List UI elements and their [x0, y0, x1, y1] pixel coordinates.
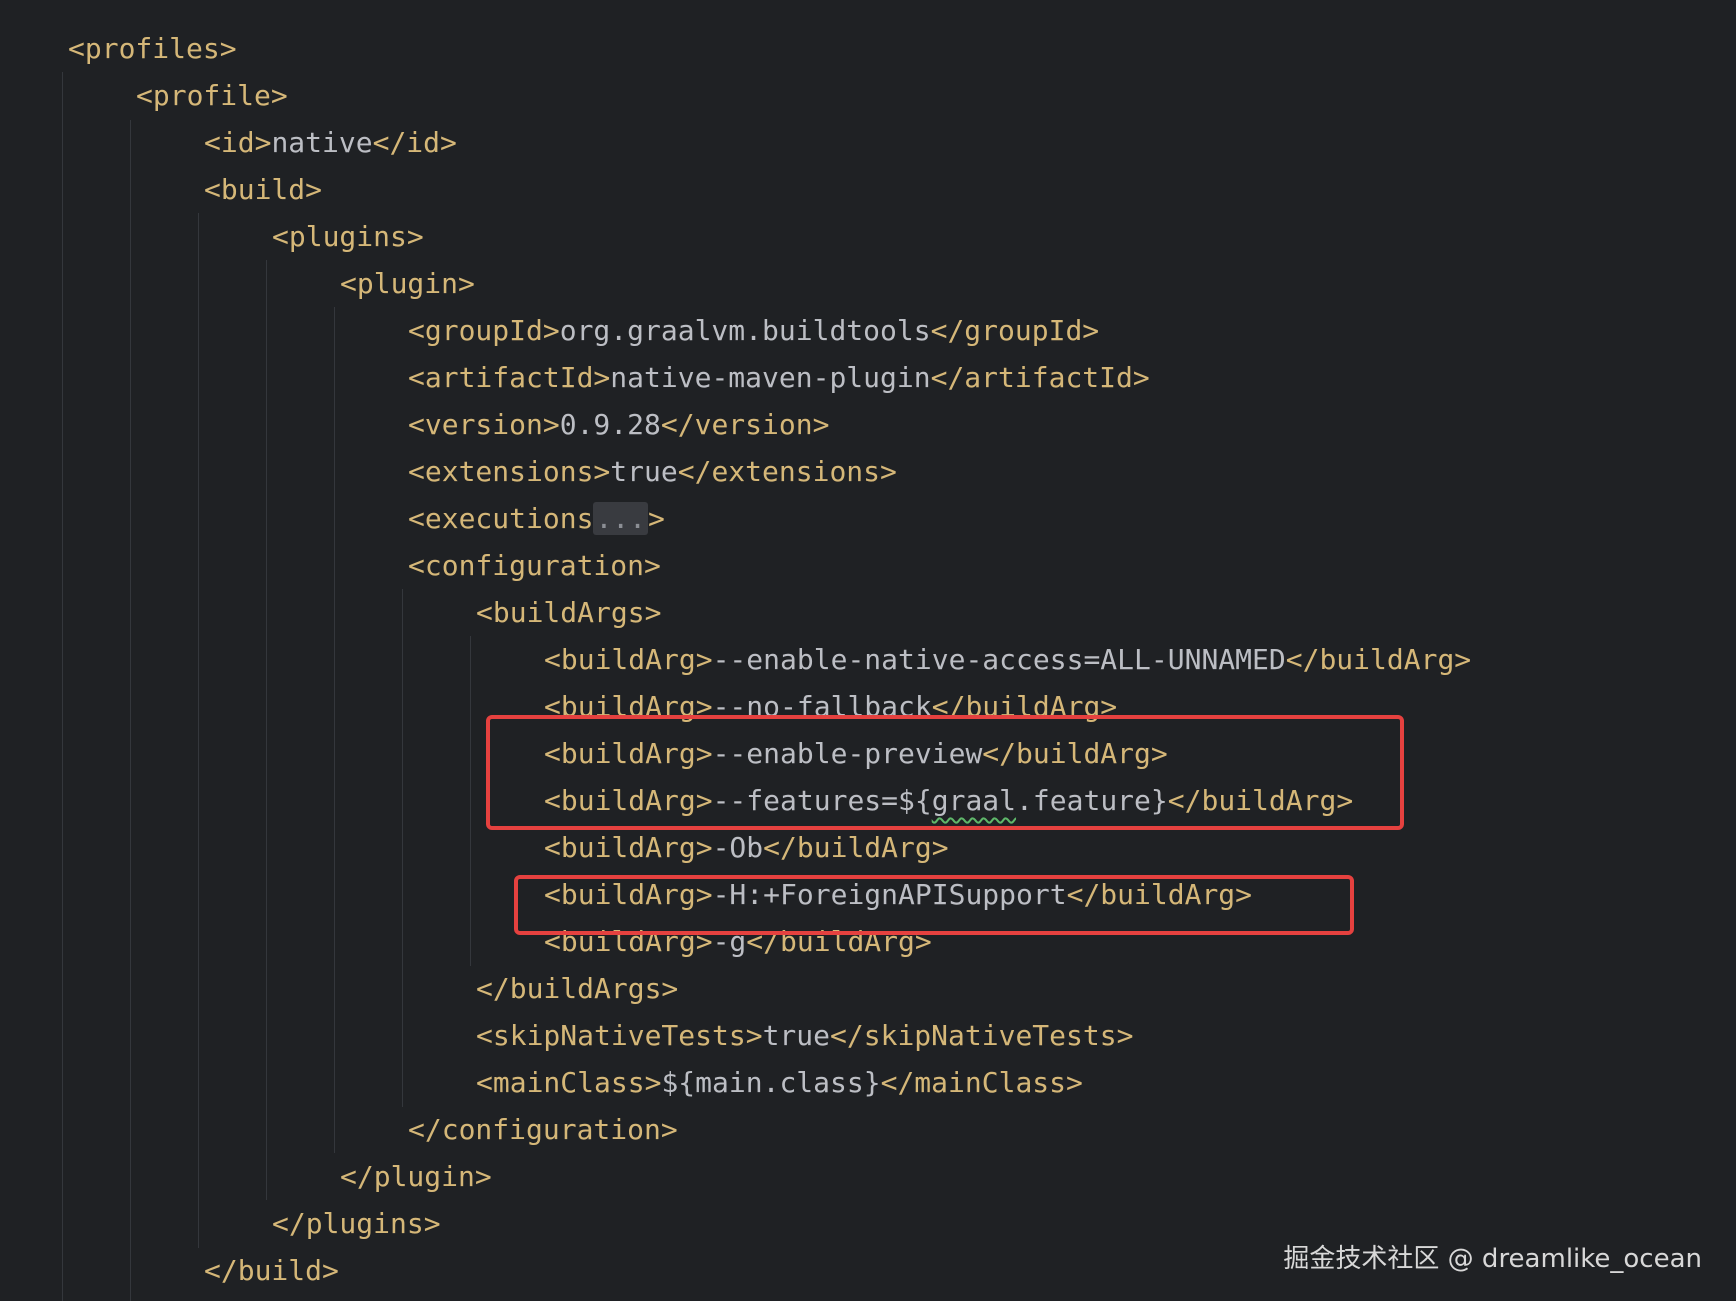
code-line[interactable]: </configuration>	[408, 1106, 678, 1153]
code-line[interactable]: <executions...>	[408, 495, 665, 542]
xml-tag: <plugin>	[340, 267, 475, 300]
xml-text: --enable-native-access=ALL-UNNAMED	[712, 643, 1286, 676]
xml-text: true	[762, 1019, 831, 1052]
xml-tag: </artifactId>	[930, 361, 1150, 394]
code-line[interactable]: <buildArgs>	[476, 589, 661, 636]
xml-text: org.graalvm.buildtools	[559, 314, 931, 347]
code-line[interactable]: </plugins>	[272, 1200, 441, 1247]
xml-tag: </groupId>	[930, 314, 1100, 347]
code-line[interactable]: <groupId>org.graalvm.buildtools</groupId…	[408, 307, 1099, 354]
code-line[interactable]: <plugin>	[340, 260, 475, 307]
code-line[interactable]: <build>	[204, 166, 322, 213]
code-line[interactable]: <buildArg>-Ob</buildArg>	[544, 824, 949, 871]
code-line[interactable]: <profiles>	[68, 25, 237, 72]
xml-tag: >	[648, 502, 665, 535]
xml-tag: </buildArg>	[763, 831, 949, 864]
xml-text: 0.9.28	[559, 408, 661, 441]
xml-tag: <profile>	[136, 79, 288, 112]
highlight-box-preview-features	[486, 715, 1404, 830]
code-line[interactable]: <skipNativeTests>true</skipNativeTests>	[476, 1012, 1133, 1059]
code-line[interactable]: </buildArgs>	[476, 965, 678, 1012]
code-line[interactable]: </plugin>	[340, 1153, 492, 1200]
xml-tag: <skipNativeTests>	[476, 1019, 763, 1052]
code-line[interactable]: <profile>	[136, 72, 288, 119]
xml-tag: <buildArg>	[544, 831, 713, 864]
code-line[interactable]: <version>0.9.28</version>	[408, 401, 829, 448]
watermark: 掘金技术社区 @ dreamlike_ocean	[1283, 1244, 1702, 1274]
xml-tag: </extensions>	[677, 455, 897, 488]
xml-tag: <configuration>	[408, 549, 661, 582]
fold-placeholder[interactable]: ...	[593, 502, 649, 535]
xml-tag: </buildArg>	[1285, 643, 1472, 676]
xml-tag: <buildArg>	[544, 643, 713, 676]
xml-tag: <build>	[204, 173, 323, 206]
code-line[interactable]: <artifactId>native-maven-plugin</artifac…	[408, 354, 1150, 401]
xml-tag: <executions	[408, 502, 594, 535]
code-line[interactable]: <buildArg>--enable-native-access=ALL-UNN…	[544, 636, 1471, 683]
xml-tag: </id>	[372, 126, 457, 159]
code-line[interactable]: <extensions>true</extensions>	[408, 448, 897, 495]
xml-tag: <buildArgs>	[476, 596, 662, 629]
xml-tag: <profiles>	[68, 32, 237, 65]
code-line[interactable]: <plugins>	[272, 213, 424, 260]
xml-tag: </plugin>	[340, 1160, 492, 1193]
xml-text: native	[271, 126, 373, 159]
xml-tag: <id>	[204, 126, 272, 159]
xml-tag: <plugins>	[272, 220, 424, 253]
xml-tag: </buildArgs>	[476, 972, 679, 1005]
xml-text: native-maven-plugin	[610, 361, 931, 394]
xml-text: ${main.class}	[661, 1066, 881, 1099]
xml-tag: </version>	[660, 408, 830, 441]
xml-text: -Ob	[712, 831, 764, 864]
code-line[interactable]: <mainClass>${main.class}</mainClass>	[476, 1059, 1083, 1106]
code-line[interactable]: <id>native</id>	[204, 119, 457, 166]
xml-tag: <version>	[408, 408, 560, 441]
xml-tag: <extensions>	[408, 455, 611, 488]
xml-tag: </plugins>	[272, 1207, 441, 1240]
xml-tag: </build>	[204, 1254, 339, 1287]
xml-tag: </mainClass>	[880, 1066, 1083, 1099]
highlight-box-foreign-api	[514, 875, 1354, 935]
xml-tag: </skipNativeTests>	[830, 1019, 1134, 1052]
xml-tag: <groupId>	[408, 314, 560, 347]
xml-tag: <artifactId>	[408, 361, 611, 394]
code-line[interactable]: <configuration>	[408, 542, 661, 589]
xml-tag: </configuration>	[408, 1113, 678, 1146]
code-editor[interactable]: <profiles> <profile> <id>native</id> <build…	[0, 0, 1736, 1301]
code-line[interactable]: </build>	[204, 1247, 339, 1294]
xml-text: true	[610, 455, 678, 488]
xml-tag: <mainClass>	[476, 1066, 662, 1099]
